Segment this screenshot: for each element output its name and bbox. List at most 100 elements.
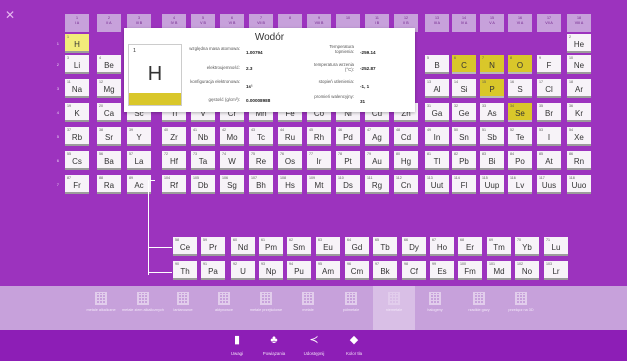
category-filter[interactable]: lantanowce xyxy=(162,286,204,330)
element-tile-ra[interactable]: 88 Ra xyxy=(97,175,121,194)
category-filter[interactable]: metale alkaliczne xyxy=(80,286,122,330)
element-tile-au[interactable]: 79 Au xyxy=(365,151,389,170)
element-tile-gd[interactable]: 64 Gd xyxy=(345,237,369,256)
element-tile-at[interactable]: 85 At xyxy=(537,151,561,170)
element-tile-tb[interactable]: 65 Tb xyxy=(373,237,397,256)
element-tile-nd[interactable]: 60 Nd xyxy=(231,237,255,256)
element-tile-am[interactable]: 95 Am xyxy=(316,261,340,280)
element-tile-as[interactable]: 33 As xyxy=(480,103,504,122)
element-tile-ar[interactable]: 18 Ar xyxy=(567,79,591,98)
element-tile-f[interactable]: 9F xyxy=(537,55,561,74)
element-tile-no[interactable]: 102 No xyxy=(515,261,539,280)
element-tile-kr[interactable]: 36 Kr xyxy=(567,103,591,122)
element-tile-lv[interactable]: 116 Lv xyxy=(508,175,532,194)
element-tile-cm[interactable]: 96 Cm xyxy=(345,261,369,280)
element-tile-uup[interactable]: 115 Uup xyxy=(480,175,504,194)
element-tile-ge[interactable]: 32 Ge xyxy=(452,103,476,122)
element-tile-h[interactable]: 1H xyxy=(65,34,89,53)
element-tile-ta[interactable]: 73 Ta xyxy=(191,151,215,170)
element-tile-i[interactable]: 53 I xyxy=(537,127,561,146)
element-tile-he[interactable]: 2 He xyxy=(567,34,591,53)
element-tile-po[interactable]: 84 Po xyxy=(508,151,532,170)
element-tile-y[interactable]: 39 Y xyxy=(127,127,151,146)
element-tile-pm[interactable]: 61 Pm xyxy=(259,237,283,256)
element-tile-pu[interactable]: 94 Pu xyxy=(287,261,311,280)
element-tile-lr[interactable]: 103 Lr xyxy=(544,261,568,280)
element-tile-ds[interactable]: 110 Ds xyxy=(336,175,360,194)
element-tile-es[interactable]: 99 Es xyxy=(430,261,454,280)
category-filter[interactable]: halogeny xyxy=(414,286,456,330)
element-tile-lu[interactable]: 71 Lu xyxy=(544,237,568,256)
element-tile-hs[interactable]: 108 Hs xyxy=(278,175,302,194)
category-filter[interactable]: rzadkie gazy xyxy=(458,286,500,330)
category-filter[interactable]: aktynowce xyxy=(203,286,245,330)
element-tile-fm[interactable]: 100 Fm xyxy=(458,261,482,280)
element-tile-np[interactable]: 93 Np xyxy=(259,261,283,280)
element-tile-o[interactable]: 8O xyxy=(508,55,532,74)
element-tile-xe[interactable]: 54 Xe xyxy=(567,127,591,146)
element-tile-sb[interactable]: 51 Sb xyxy=(480,127,504,146)
element-tile-cs[interactable]: 55 Cs xyxy=(65,151,89,170)
category-filter[interactable]: metale przejściowe xyxy=(245,286,287,330)
element-tile-in[interactable]: 49 In xyxy=(425,127,449,146)
element-tile-pr[interactable]: 59 Pr xyxy=(201,237,225,256)
element-tile-se[interactable]: 34 Se xyxy=(508,103,532,122)
element-tile-rb[interactable]: 37 Rb xyxy=(65,127,89,146)
element-tile-er[interactable]: 68 Er xyxy=(458,237,482,256)
toolbar-button[interactable]: ≺ Udostępnij xyxy=(296,332,332,360)
element-tile-be[interactable]: 4 Be xyxy=(97,55,121,74)
element-tile-zr[interactable]: 40 Zr xyxy=(162,127,186,146)
category-filter[interactable]: półmetale xyxy=(330,286,372,330)
element-tile-pd[interactable]: 46 Pd xyxy=(336,127,360,146)
element-tile-cl[interactable]: 17 Cl xyxy=(537,79,561,98)
element-tile-eu[interactable]: 63 Eu xyxy=(316,237,340,256)
element-tile-fr[interactable]: 87 Fr xyxy=(65,175,89,194)
category-filter[interactable]: metale ziem alkalicznych xyxy=(122,286,164,330)
element-tile-rf[interactable]: 104 Rf xyxy=(162,175,186,194)
element-tile-s[interactable]: 16 S xyxy=(508,79,532,98)
element-tile-th[interactable]: 90 Th xyxy=(173,261,197,280)
element-tile-ga[interactable]: 31 Ga xyxy=(425,103,449,122)
element-tile-tc[interactable]: 43 Tc xyxy=(249,127,273,146)
element-tile-fl[interactable]: 114 Fl xyxy=(452,175,476,194)
element-tile-na[interactable]: 11 Na xyxy=(65,79,89,98)
element-tile-pb[interactable]: 82 Pb xyxy=(452,151,476,170)
element-tile-sm[interactable]: 62 Sm xyxy=(287,237,311,256)
element-tile-br[interactable]: 35 Br xyxy=(537,103,561,122)
element-tile-re[interactable]: 75 Re xyxy=(249,151,273,170)
toolbar-button[interactable]: ◆ Kolor tła xyxy=(336,332,372,360)
element-tile-p[interactable]: 15 P xyxy=(480,79,504,98)
element-tile-rg[interactable]: 111 Rg xyxy=(365,175,389,194)
toolbar-button[interactable]: ♣ Powiązania xyxy=(256,332,292,360)
element-tile-os[interactable]: 76 Os xyxy=(278,151,302,170)
close-icon[interactable]: ✕ xyxy=(5,8,15,22)
element-tile-cf[interactable]: 98 Cf xyxy=(402,261,426,280)
element-tile-cd[interactable]: 48 Cd xyxy=(394,127,418,146)
element-tile-w[interactable]: 74 W xyxy=(220,151,244,170)
element-tile-bi[interactable]: 83 Bi xyxy=(480,151,504,170)
element-tile-cn[interactable]: 112 Cn xyxy=(394,175,418,194)
element-tile-sr[interactable]: 38 Sr xyxy=(97,127,121,146)
element-tile-uus[interactable]: 117 Uus xyxy=(537,175,561,194)
element-tile-uut[interactable]: 113 Uut xyxy=(425,175,449,194)
category-filter[interactable]: niemetale xyxy=(373,286,415,330)
element-tile-bk[interactable]: 97 Bk xyxy=(373,261,397,280)
element-tile-ru[interactable]: 44 Ru xyxy=(278,127,302,146)
element-tile-sn[interactable]: 50 Sn xyxy=(452,127,476,146)
element-tile-mg[interactable]: 12 Mg xyxy=(97,79,121,98)
element-tile-pa[interactable]: 91 Pa xyxy=(201,261,225,280)
element-tile-db[interactable]: 105 Db xyxy=(191,175,215,194)
element-tile-b[interactable]: 5B xyxy=(425,55,449,74)
element-tile-k[interactable]: 19 K xyxy=(65,103,89,122)
category-filter[interactable]: metale xyxy=(287,286,329,330)
category-filter[interactable]: przełącz na 3D xyxy=(500,286,542,330)
element-tile-ca[interactable]: 20 Ca xyxy=(97,103,121,122)
element-tile-li[interactable]: 3 Li xyxy=(65,55,89,74)
element-tile-sg[interactable]: 106 Sg xyxy=(220,175,244,194)
element-tile-ho[interactable]: 67 Ho xyxy=(430,237,454,256)
element-tile-te[interactable]: 52 Te xyxy=(508,127,532,146)
element-tile-hf[interactable]: 72 Hf xyxy=(162,151,186,170)
element-tile-nb[interactable]: 41 Nb xyxy=(191,127,215,146)
element-tile-u[interactable]: 92 U xyxy=(231,261,255,280)
element-tile-la[interactable]: 57 La xyxy=(127,151,151,170)
